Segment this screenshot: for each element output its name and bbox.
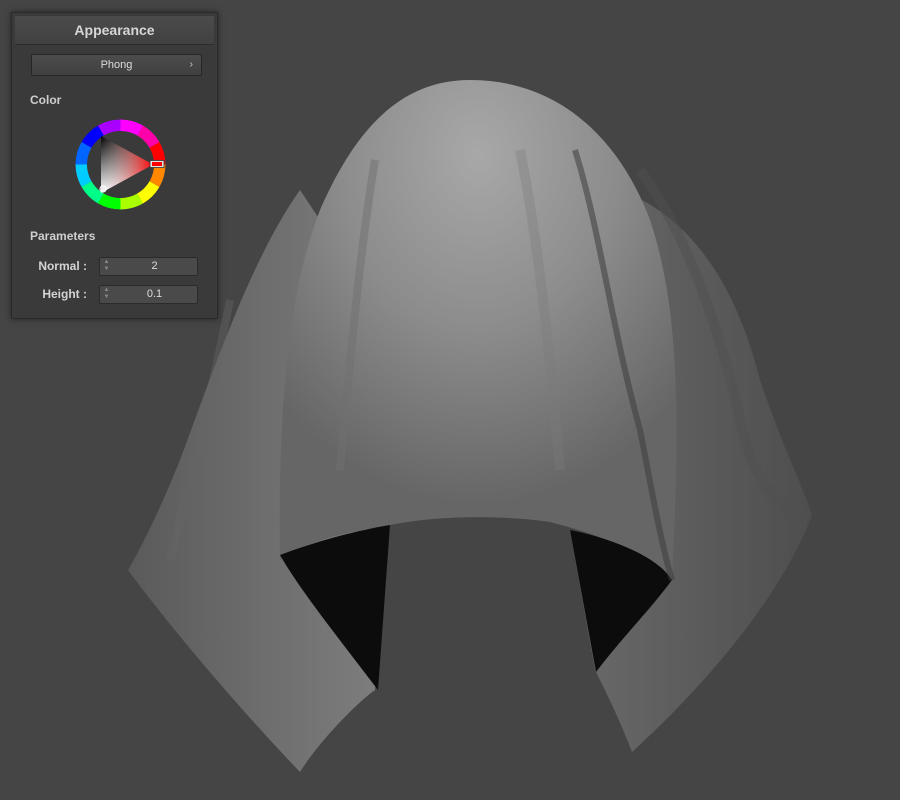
height-value[interactable]: 0.1 [112,286,197,303]
normal-parameter-row: Normal : ▲ ▼ 2 [12,257,217,277]
height-label: Height : [42,287,87,301]
normal-label: Normal : [38,259,87,273]
normal-spinbox[interactable]: ▲ ▼ 2 [99,257,198,276]
height-spinbox[interactable]: ▲ ▼ 0.1 [99,285,198,304]
panel-title: Appearance [15,16,214,45]
parameters-section-label: Parameters [30,229,96,243]
color-wheel[interactable] [73,117,168,212]
appearance-panel: Appearance Phong › Color Parameters Norm… [11,12,218,319]
material-dropdown[interactable]: Phong › [31,54,202,76]
normal-value[interactable]: 2 [112,258,197,275]
height-parameter-row: Height : ▲ ▼ 0.1 [12,285,217,305]
material-dropdown-value: Phong [100,59,133,71]
chevron-right-icon: › [189,59,193,70]
spin-arrows-icon[interactable]: ▲ ▼ [103,259,110,274]
spin-arrows-icon[interactable]: ▲ ▼ [103,287,110,302]
color-section-label: Color [30,93,62,107]
